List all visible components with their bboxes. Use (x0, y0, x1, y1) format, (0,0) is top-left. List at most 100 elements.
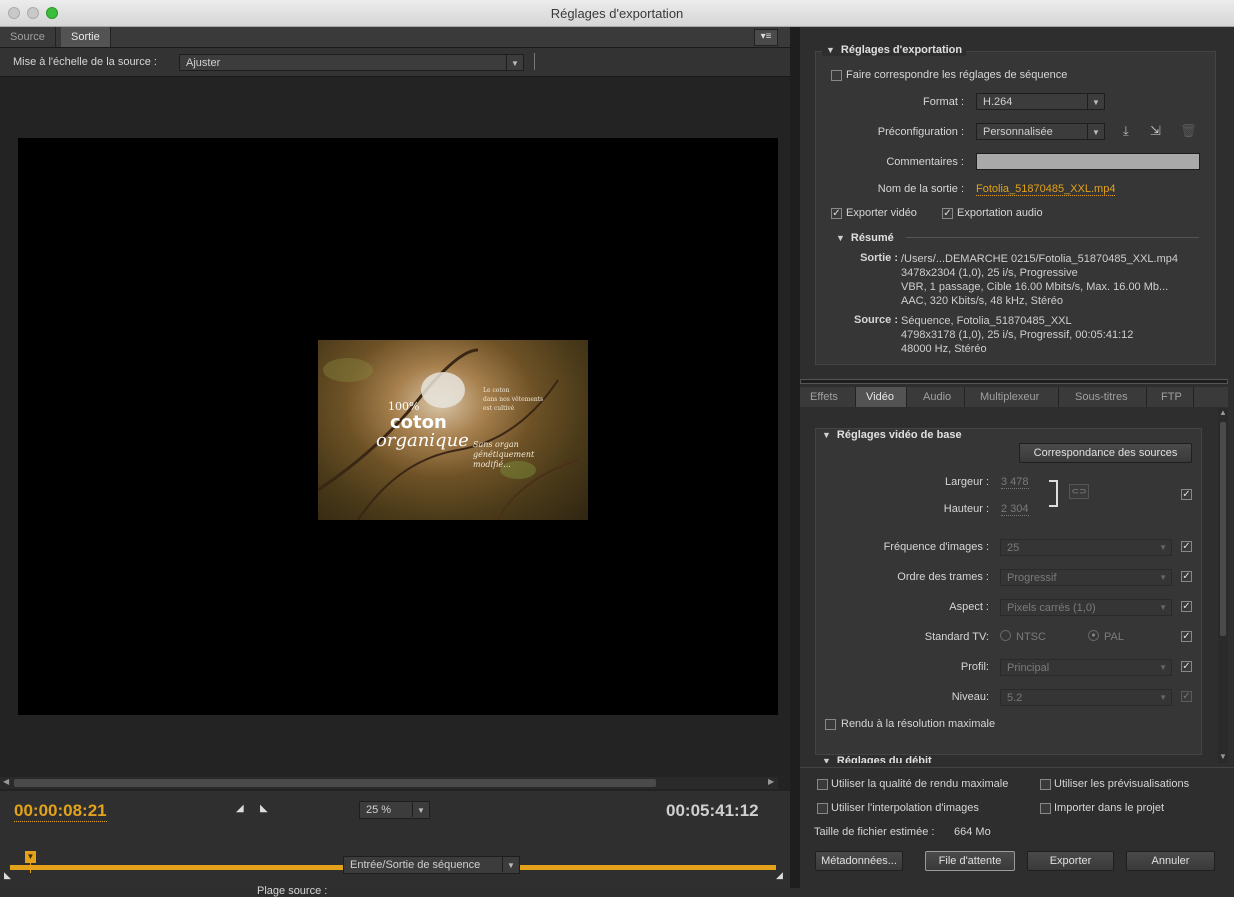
import-project-checkbox[interactable] (1040, 803, 1051, 814)
summary-header[interactable]: ▼ Résumé (836, 232, 894, 244)
width-value[interactable]: 3 478 (1001, 476, 1029, 489)
import-preset-icon[interactable]: ⇲ (1150, 123, 1161, 139)
scrollbar-thumb[interactable] (1220, 422, 1226, 636)
fps-value: 25 (1007, 542, 1020, 554)
preview-side-text: Le coton dans nos vêtements est cultivé (483, 386, 543, 413)
level-label: Niveau: (951, 691, 989, 703)
scroll-up-icon[interactable]: ▲ (1219, 408, 1227, 417)
playhead-icon[interactable]: ▼ (24, 851, 36, 863)
tab-captions[interactable]: Sous-titres (1065, 387, 1147, 407)
width-height-checkbox[interactable]: ✓ (1181, 489, 1192, 500)
match-source-button[interactable]: Correspondance des sources (1019, 443, 1192, 463)
collapse-triangle-icon: ▼ (822, 756, 831, 763)
field-order-label: Ordre des trames : (897, 571, 989, 583)
pal-label: PAL (1104, 631, 1124, 643)
tab-source[interactable]: Source (0, 27, 56, 47)
scale-dropdown[interactable]: Ajuster ▼ (179, 54, 524, 71)
use-previews-checkbox[interactable] (1040, 779, 1051, 790)
chevron-down-icon: ▼ (1159, 663, 1167, 672)
field-order-checkbox[interactable]: ✓ (1181, 571, 1192, 582)
vertical-scrollbar[interactable]: ▲ ▼ (1218, 408, 1228, 763)
summary-output-text: /Users/...DEMARCHE 0215/Fotolia_51870485… (901, 252, 1178, 308)
range-end-handle-icon[interactable]: ◢ (776, 870, 783, 881)
panel-splitter[interactable] (790, 27, 800, 888)
import-project-label: Importer dans le projet (1054, 802, 1165, 814)
settings-splitter[interactable] (800, 379, 1228, 384)
preset-label: Préconfiguration : (877, 126, 964, 138)
level-checkbox: ✓ (1181, 691, 1192, 702)
zoom-value: 25 % (366, 804, 392, 816)
frame-blend-checkbox[interactable] (817, 803, 828, 814)
chevron-down-icon: ▼ (1087, 94, 1104, 109)
format-value: H.264 (983, 96, 1013, 108)
export-settings-header[interactable]: ▼ Réglages d'exportation (822, 44, 967, 56)
preview-side-text-2: Sans organ génétiquement modifié... (473, 440, 534, 470)
source-range-dropdown[interactable]: Entrée/Sortie de séquence ▼ (343, 856, 520, 874)
scale-toolbar: Mise à l'échelle de la source : Ajuster … (0, 48, 790, 77)
field-order-dropdown: Progressif ▼ (1000, 569, 1172, 586)
comments-label: Commentaires : (886, 156, 964, 168)
max-quality-checkbox[interactable] (817, 779, 828, 790)
tab-audio[interactable]: Audio (913, 387, 965, 407)
tab-effects[interactable]: Effets (800, 387, 856, 407)
preset-dropdown[interactable]: Personnalisée ▼ (976, 123, 1105, 140)
divider (534, 53, 535, 70)
match-sequence-checkbox[interactable] (831, 70, 842, 81)
video-basic-header[interactable]: ▼ Réglages vidéo de base (822, 429, 962, 441)
scroll-right-icon[interactable]: ▶ (768, 777, 774, 786)
aspect-checkbox[interactable]: ✓ (1181, 601, 1192, 612)
panel-menu-icon[interactable]: ▾≡ (754, 29, 778, 46)
summary-line: 3478x2304 (1,0), 25 i/s, Progressive (901, 267, 1078, 279)
fps-checkbox[interactable]: ✓ (1181, 541, 1192, 552)
chevron-down-icon: ▼ (1159, 693, 1167, 702)
export-audio-label: Exportation audio (957, 207, 1043, 219)
scroll-left-icon[interactable]: ◀ (3, 777, 9, 786)
tab-video[interactable]: Vidéo (856, 387, 907, 407)
max-quality-label: Utiliser la qualité de rendu maximale (831, 778, 1009, 790)
bitrate-header[interactable]: ▼ Réglages du débit (822, 755, 932, 763)
preset-value: Personnalisée (983, 126, 1053, 138)
width-label: Largeur : (944, 476, 989, 488)
export-video-label: Exporter vidéo (846, 207, 917, 219)
format-dropdown[interactable]: H.264 ▼ (976, 93, 1105, 110)
range-start-handle-icon[interactable]: ◣ (4, 870, 11, 881)
tab-ftp[interactable]: FTP (1151, 387, 1194, 407)
comments-input[interactable] (976, 153, 1200, 170)
tab-output[interactable]: Sortie (61, 27, 111, 47)
export-audio-checkbox[interactable]: ✓ (942, 208, 953, 219)
link-chain-icon[interactable]: ⊂⊃ (1069, 484, 1089, 499)
current-timecode[interactable]: 00:00:08:21 (14, 801, 107, 822)
scrollbar-thumb[interactable] (14, 779, 656, 787)
chevron-down-icon: ▼ (412, 802, 429, 817)
collapse-triangle-icon: ▼ (836, 233, 845, 243)
preview-panel: Source Sortie ▾≡ Mise à l'échelle de la … (0, 27, 790, 897)
summary-line: 48000 Hz, Stéréo (901, 343, 987, 355)
output-name-link[interactable]: Fotolia_51870485_XXL.mp4 (976, 183, 1116, 196)
export-button[interactable]: Exporter (1027, 851, 1114, 871)
zoom-dropdown[interactable]: 25 % ▼ (359, 801, 430, 819)
metadata-button[interactable]: Métadonnées... (815, 851, 903, 871)
tab-multiplexer[interactable]: Multiplexeur (970, 387, 1059, 407)
preview-side-line: modifié... (473, 460, 511, 469)
source-range-label: Plage source : (257, 885, 328, 897)
export-video-checkbox[interactable]: ✓ (831, 208, 842, 219)
mark-in-icon[interactable]: ◢ (236, 803, 244, 814)
horizontal-scrollbar[interactable]: ◀ ▶ (0, 777, 778, 789)
save-preset-icon[interactable]: ⤓ (1123, 123, 1129, 139)
max-render-checkbox[interactable] (825, 719, 836, 730)
queue-button[interactable]: File d'attente (925, 851, 1015, 871)
tv-standard-label: Standard TV: (924, 631, 989, 643)
scroll-down-icon[interactable]: ▼ (1219, 752, 1227, 761)
use-previews-label: Utiliser les prévisualisations (1054, 778, 1190, 790)
profile-checkbox[interactable]: ✓ (1181, 661, 1192, 672)
height-value[interactable]: 2 304 (1001, 503, 1029, 516)
height-label: Hauteur : (943, 503, 989, 515)
level-value: 5.2 (1007, 692, 1023, 704)
output-name-label: Nom de la sortie : (877, 183, 964, 195)
tv-standard-checkbox[interactable]: ✓ (1181, 631, 1192, 642)
mark-out-icon[interactable]: ◣ (260, 803, 268, 814)
scale-value: Ajuster (186, 57, 221, 69)
delete-preset-icon: 🗑 (1180, 123, 1197, 138)
settings-tab-bar: Effets Vidéo Audio Multiplexeur Sous-tit… (800, 387, 1228, 407)
cancel-button[interactable]: Annuler (1126, 851, 1215, 871)
